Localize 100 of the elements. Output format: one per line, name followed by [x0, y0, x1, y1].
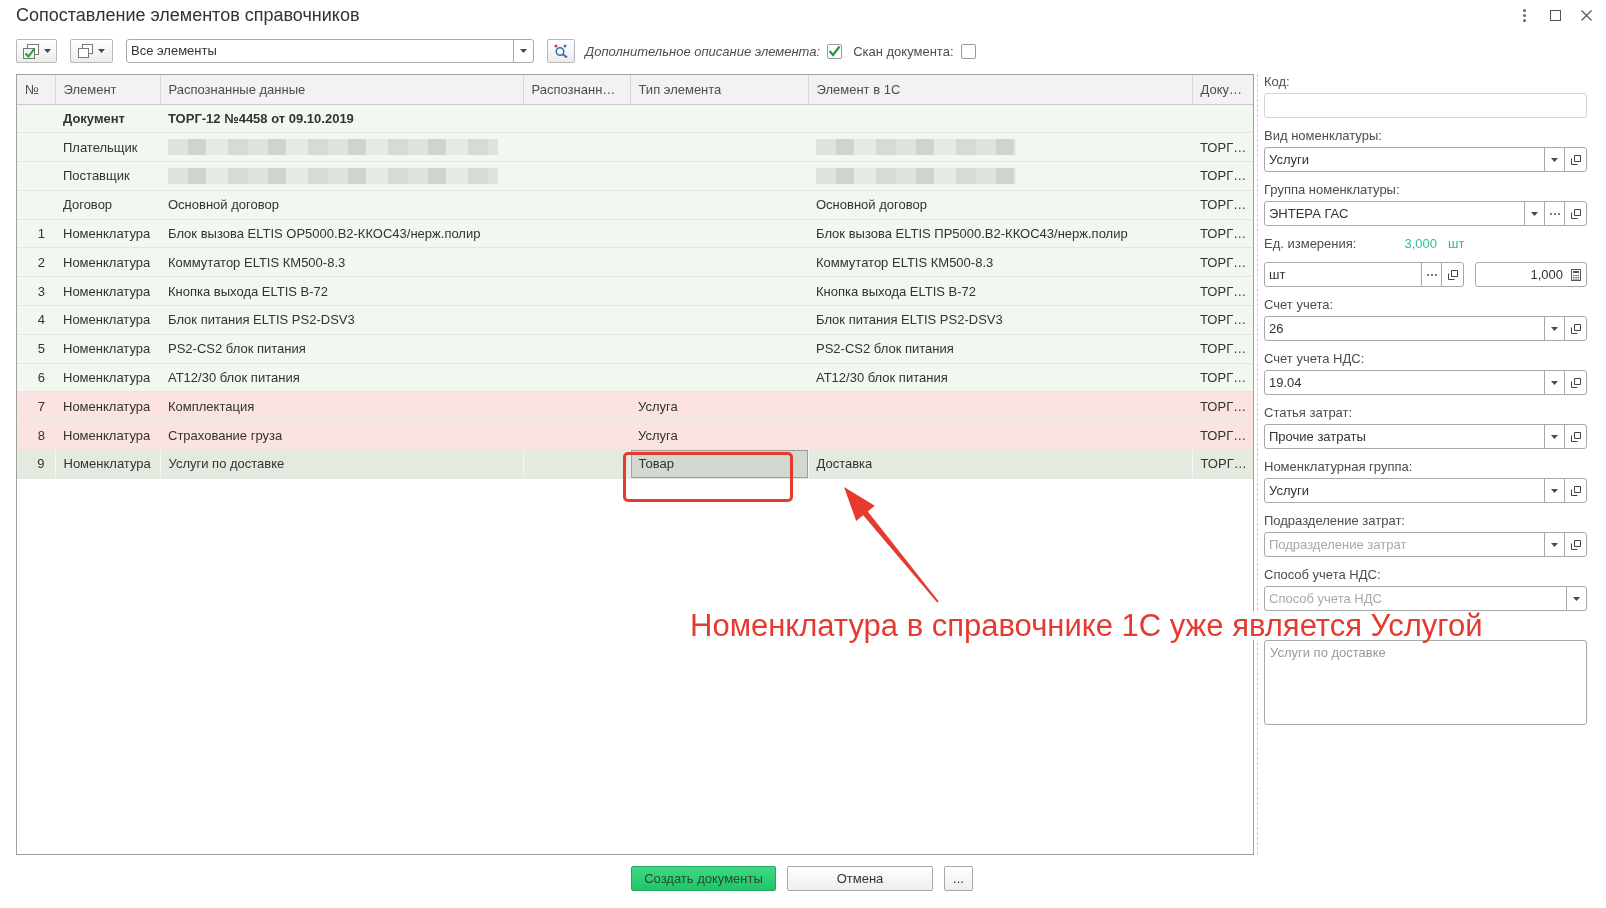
table-row[interactable]: 7 Номенклатура Комплектация Услуга ТОРГ…	[17, 391, 1253, 421]
caret-icon	[1551, 157, 1558, 162]
caret-icon	[1551, 542, 1558, 547]
footer-button[interactable]: ...	[944, 866, 973, 891]
search-icon	[554, 44, 568, 58]
table-cell: Комплектация	[160, 391, 523, 421]
open-icon	[1570, 485, 1581, 496]
stacked-pages-icon	[78, 44, 93, 58]
filter-field[interactable]: Все элементы	[126, 39, 534, 63]
caret-icon	[520, 49, 527, 53]
unit-field[interactable]: шт	[1264, 262, 1464, 287]
table-cell: 1	[17, 219, 55, 248]
column-header[interactable]: Элемент в 1С	[808, 75, 1192, 104]
footer-button[interactable]: Отмена	[787, 866, 933, 891]
select-field[interactable]: 19.04	[1264, 370, 1587, 395]
table-cell: ТОРГ-12 №4458 от 09.10.2019	[160, 104, 523, 133]
table-row[interactable]: 2 Номенклатура Коммутатор ELTIS КМ500-8.3 Коммутатор ELTIS КМ500-8.3 ТОРГ…	[17, 248, 1253, 277]
table-cell: 4	[17, 305, 55, 335]
table-row[interactable]: Поставщик ТОРГ…	[17, 161, 1253, 191]
table-cell: 7	[17, 391, 55, 421]
caret-icon	[1551, 488, 1558, 493]
checkbox[interactable]	[960, 43, 976, 59]
select-field[interactable]: ЭНТЕРА ГАС	[1264, 201, 1587, 226]
quantity-value: 3,000	[1404, 236, 1437, 252]
number-field[interactable]: 1,000	[1475, 262, 1587, 287]
column-header[interactable]: Распознанн…	[523, 75, 630, 104]
dots-icon	[1426, 273, 1437, 276]
table-cell: АТ12/30 блок питания	[808, 363, 1192, 392]
menu-button[interactable]	[16, 39, 57, 63]
caret-icon	[1551, 326, 1558, 331]
table-row[interactable]: 9 Номенклатура Услуги по доставке Товар Доставка ТОРГ…	[17, 449, 1253, 479]
table-cell: АТ12/30 блок питания	[160, 363, 523, 392]
column-header[interactable]: Доку…	[1192, 75, 1253, 104]
table-cell: PS2-CS2 блок питания	[808, 334, 1192, 364]
field-label: Код:	[1264, 74, 1291, 90]
maximize-icon[interactable]	[1550, 9, 1561, 21]
table-cell: Номенклатура	[55, 248, 160, 277]
column-header[interactable]: Распознанные данные	[160, 75, 523, 104]
table-cell: Блок питания ELTIS PS2-DSV3	[808, 305, 1192, 335]
calculator-icon[interactable]	[1571, 268, 1581, 281]
table-cell: ТОРГ…	[1192, 305, 1253, 335]
menu-button[interactable]	[70, 39, 113, 63]
table-cell: Блок вызова ELTIS OP5000.B2-ККОС43/нерж.полир	[160, 219, 523, 248]
caret-icon	[1551, 380, 1558, 385]
table-cell: Номенклатура	[55, 391, 160, 421]
table-cell: ТОРГ…	[1192, 276, 1253, 306]
table-row[interactable]: 5 Номенклатура PS2-CS2 блок питания PS2-CS2 блок питания ТОРГ…	[17, 334, 1253, 364]
checkbox-label: Дополнительное описание элемента:	[585, 43, 821, 59]
table-row[interactable]: 8 Номенклатура Страхование груза Услуга ТОРГ…	[17, 420, 1253, 450]
select-field[interactable]: Прочие затраты	[1264, 424, 1587, 449]
open-icon	[1570, 323, 1581, 334]
table-cell: Коммутатор ELTIS КМ500-8.3	[808, 248, 1192, 277]
table-row[interactable]: Договор Основной договор Основной договор ТОРГ…	[17, 190, 1253, 220]
table-cell: Доставка	[808, 449, 1192, 479]
column-header[interactable]: Тип элемента	[630, 75, 808, 104]
field-label: Группа номенклатуры:	[1264, 182, 1401, 198]
table-cell: Плательщик	[55, 132, 160, 162]
open-icon	[1570, 431, 1581, 442]
table-row[interactable]: Документ ТОРГ-12 №4458 от 09.10.2019	[17, 104, 1253, 133]
table-cell: Номенклатура	[55, 334, 160, 364]
table-cell: ТОРГ…	[1192, 420, 1253, 450]
table-cell: Услуги по доставке	[160, 449, 523, 479]
field-label: Статья затрат:	[1264, 405, 1354, 421]
select-field[interactable]: Услуги	[1264, 147, 1587, 172]
table-cell: Номенклатура	[55, 420, 160, 450]
caret-icon	[1551, 434, 1558, 439]
caret-icon	[98, 49, 105, 53]
table-cell: Услуга	[630, 420, 808, 450]
column-header[interactable]: №	[17, 75, 55, 104]
select-field[interactable]: 26	[1264, 316, 1587, 341]
table-row[interactable]: Плательщик ТОРГ…	[17, 132, 1253, 162]
quantity-unit: шт	[1447, 236, 1465, 252]
table-row[interactable]: 1 Номенклатура Блок вызова ELTIS OP5000.B2-ККОС43/нерж.полир Блок вызова ELTIS ПР5000.B2-ККОС43/нерж.полир ТОРГ…	[17, 219, 1253, 248]
field-label: Счет учета:	[1264, 297, 1335, 313]
table-cell: Договор	[55, 190, 160, 220]
table-cell: Поставщик	[55, 161, 160, 191]
open-icon	[1570, 154, 1581, 165]
column-header[interactable]: Элемент	[55, 75, 160, 104]
table-row[interactable]: 3 Номенклатура Кнопка выхода ELTIS B-72 Кнопка выхода ELTIS B-72 ТОРГ…	[17, 276, 1253, 306]
field-label: Номенклатурная группа:	[1264, 459, 1414, 475]
table-row[interactable]: 4 Номенклатура Блок питания ELTIS PS2-DSV3 Блок питания ELTIS PS2-DSV3 ТОРГ…	[17, 305, 1253, 335]
checkbox[interactable]	[827, 43, 843, 59]
caret-icon	[1573, 596, 1580, 601]
table-cell: 3	[17, 276, 55, 306]
close-icon[interactable]	[1581, 9, 1592, 21]
table-cell: ТОРГ…	[1192, 334, 1253, 364]
table-cell: Блок питания ELTIS PS2-DSV3	[160, 305, 523, 335]
table-cell: Кнопка выхода ELTIS B-72	[160, 276, 523, 306]
more-icon[interactable]	[1523, 8, 1526, 22]
open-icon	[1570, 377, 1581, 388]
table-row[interactable]: 6 Номенклатура АТ12/30 блок питания АТ12/30 блок питания ТОРГ…	[17, 363, 1253, 392]
table-cell: Блок вызова ELTIS ПР5000.B2-ККОС43/нерж.полир	[808, 219, 1192, 248]
select-field[interactable]: Услуги	[1264, 478, 1587, 503]
text-field[interactable]	[1264, 93, 1587, 118]
checklist-icon	[22, 43, 39, 59]
open-icon	[1447, 269, 1458, 280]
checkbox-label: Скан документа:	[853, 43, 954, 59]
create-button[interactable]: Создать документы	[631, 866, 776, 891]
table-cell: Основной договор	[160, 190, 523, 220]
find-button[interactable]	[547, 39, 575, 63]
